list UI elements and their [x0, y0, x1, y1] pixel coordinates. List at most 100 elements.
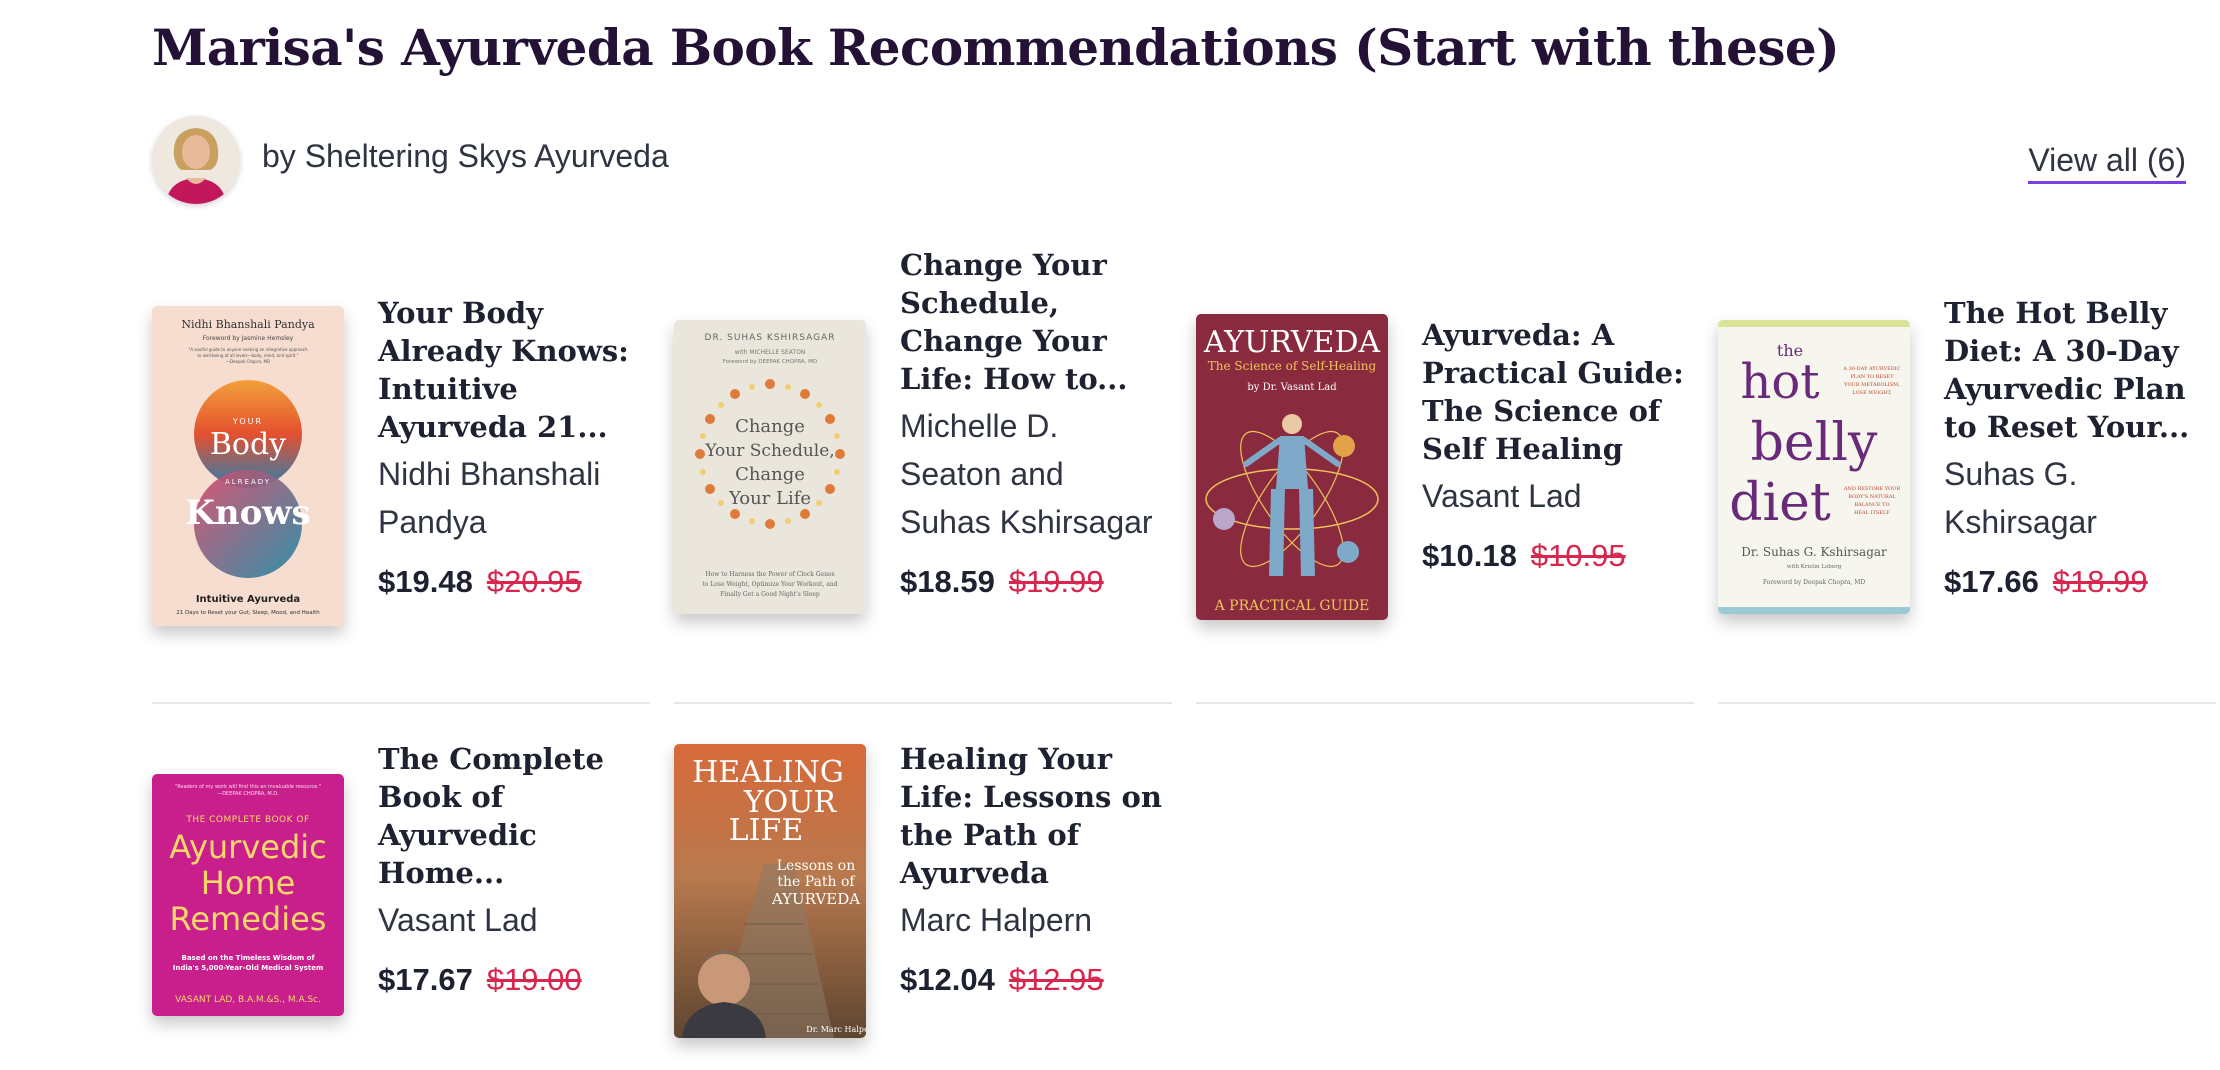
avatar-photo [152, 116, 240, 204]
book-cover-art: the hot belly diet A 30-DAY AYURVEDIC PL… [1718, 320, 1910, 614]
price-row: $19.48 $20.95 [378, 564, 640, 600]
svg-text:to well-being at all levels—bo: to well-being at all levels—body, mind, … [197, 353, 298, 358]
book-info: Change Your Schedule, Change Your Life: … [900, 246, 1162, 600]
view-all-link[interactable]: View all (6) [2028, 142, 2186, 184]
sale-price: $17.67 [378, 962, 473, 997]
book-title[interactable]: The Complete Book of Ayurvedic Home... [378, 740, 640, 892]
book-author[interactable]: Suhas G. Kshirsagar [1944, 450, 2206, 546]
sale-price: $17.66 [1944, 564, 2039, 599]
svg-text:Dr. Suhas G. Kshirsagar: Dr. Suhas G. Kshirsagar [1741, 545, 1887, 559]
book-author[interactable]: Vasant Lad [1422, 472, 1684, 520]
svg-text:AYURVEDA: AYURVEDA [1203, 325, 1381, 360]
book-cover-art: "Readers of my work will find this an in… [152, 774, 344, 1016]
svg-text:YOUR: YOUR [232, 417, 263, 426]
book-info: Healing Your Life: Lessons on the Path o… [900, 740, 1162, 998]
svg-text:A PRACTICAL GUIDE: A PRACTICAL GUIDE [1214, 598, 1370, 614]
book-cover-art: HEALING YOUR LIFE Lessons on the Path of… [674, 744, 866, 1038]
svg-text:"Readers of my work will find: "Readers of my work will find this an in… [175, 784, 321, 790]
svg-text:21 Days to Reset your Gut, Sle: 21 Days to Reset your Gut, Sleep, Mood, … [176, 610, 320, 616]
book-title[interactable]: The Hot Belly Diet: A 30-Day Ayurvedic P… [1944, 294, 2206, 446]
svg-text:Foreword by DEEPAK CHOPRA, MD: Foreword by DEEPAK CHOPRA, MD [723, 359, 817, 365]
book-cover[interactable]: AYURVEDA The Science of Self-Healing by … [1196, 314, 1388, 620]
svg-text:Your Life: Your Life [728, 488, 811, 509]
original-price: $19.00 [486, 962, 582, 997]
svg-text:Lessons on: Lessons on [777, 858, 855, 874]
book-card[interactable]: HEALING YOUR LIFE Lessons on the Path of… [674, 740, 1174, 1060]
book-card[interactable]: AYURVEDA The Science of Self-Healing by … [1196, 250, 1696, 670]
row-divider [1196, 702, 1694, 704]
row-divider [1718, 702, 2216, 704]
svg-text:AYURVEDA: AYURVEDA [771, 890, 860, 908]
svg-text:Your Schedule,: Your Schedule, [704, 441, 834, 461]
svg-text:the Path of: the Path of [777, 874, 856, 890]
price-row: $17.66 $18.99 [1944, 564, 2206, 600]
sale-price: $19.48 [378, 564, 473, 599]
price-row: $10.18 $10.95 [1422, 538, 1684, 574]
svg-text:AND RESTORE YOUR: AND RESTORE YOUR [1843, 486, 1900, 492]
svg-text:Change: Change [735, 416, 805, 437]
avatar[interactable] [152, 116, 240, 204]
book-card[interactable]: "Readers of my work will find this an in… [152, 740, 652, 1060]
book-title[interactable]: Your Body Already Knows: Intuitive Ayurv… [378, 294, 640, 446]
book-info: Ayurveda: A Practical Guide: The Science… [1422, 316, 1684, 574]
author-byline[interactable]: by Sheltering Skys Ayurveda [262, 138, 669, 175]
svg-text:YOUR METABOLISM,: YOUR METABOLISM, [1843, 382, 1900, 388]
sale-price: $12.04 [900, 962, 995, 997]
book-title[interactable]: Change Your Schedule, Change Your Life: … [900, 246, 1162, 398]
svg-text:by Dr. Vasant Lad: by Dr. Vasant Lad [1247, 382, 1337, 393]
book-card[interactable]: DR. SUHAS KSHIRSAGAR with MICHELLE SEATO… [674, 248, 1174, 670]
svg-text:diet: diet [1729, 473, 1831, 533]
svg-text:A 30-DAY AYURVEDIC: A 30-DAY AYURVEDIC [1842, 366, 1900, 372]
book-cover-art: AYURVEDA The Science of Self-Healing by … [1196, 314, 1388, 620]
svg-text:PLAN TO RESET: PLAN TO RESET [1850, 374, 1894, 380]
original-price: $18.99 [2052, 564, 2148, 599]
svg-text:Ayurvedic: Ayurvedic [169, 828, 327, 866]
book-cover[interactable]: Nidhi Bhanshali Pandya Foreword by Jasmi… [152, 306, 344, 626]
row-divider [152, 702, 650, 704]
svg-text:Foreword by Jasmine Hemsley: Foreword by Jasmine Hemsley [203, 335, 294, 342]
svg-text:Knows: Knows [185, 493, 310, 533]
svg-text:Remedies: Remedies [170, 900, 327, 938]
svg-text:HEAL ITSELF: HEAL ITSELF [1854, 510, 1890, 516]
book-cover[interactable]: "Readers of my work will find this an in… [152, 774, 344, 1016]
svg-text:Change: Change [735, 464, 805, 485]
svg-text:Body: Body [210, 427, 286, 462]
book-info: The Complete Book of Ayurvedic Home... V… [378, 740, 640, 998]
svg-text:to Lose Weight, Optimize Your: to Lose Weight, Optimize Your Workout, a… [702, 581, 837, 588]
svg-text:Intuitive Ayurveda: Intuitive Ayurveda [196, 594, 300, 605]
svg-text:—DEEPAK CHOPRA, M.D.: —DEEPAK CHOPRA, M.D. [217, 791, 279, 797]
svg-text:"A soulful guide to anyone see: "A soulful guide to anyone seeking an in… [188, 347, 307, 352]
sale-price: $18.59 [900, 564, 995, 599]
book-cover[interactable]: DR. SUHAS KSHIRSAGAR with MICHELLE SEATO… [674, 320, 866, 614]
original-price: $20.95 [486, 564, 582, 599]
svg-text:LIFE: LIFE [729, 813, 804, 848]
svg-text:ALREADY: ALREADY [225, 478, 271, 486]
book-card[interactable]: Nidhi Bhanshali Pandya Foreword by Jasmi… [152, 250, 652, 670]
book-author[interactable]: Michelle D. Seaton and Suhas Kshirsagar [900, 402, 1162, 546]
original-price: $10.95 [1530, 538, 1626, 573]
book-author[interactable]: Vasant Lad [378, 896, 640, 944]
svg-text:hot: hot [1740, 354, 1819, 410]
original-price: $19.99 [1008, 564, 1104, 599]
svg-text:DR. SUHAS KSHIRSAGAR: DR. SUHAS KSHIRSAGAR [705, 333, 836, 343]
book-title[interactable]: Ayurveda: A Practical Guide: The Science… [1422, 316, 1684, 468]
svg-text:Home: Home [201, 864, 296, 902]
book-author[interactable]: Nidhi Bhanshali Pandya [378, 450, 640, 546]
book-card[interactable]: the hot belly diet A 30-DAY AYURVEDIC PL… [1718, 250, 2218, 670]
book-info: Your Body Already Knows: Intuitive Ayurv… [378, 294, 640, 600]
svg-text:Finally Get a Good Night's Sle: Finally Get a Good Night's Sleep [720, 591, 820, 598]
book-title[interactable]: Healing Your Life: Lessons on the Path o… [900, 740, 1162, 892]
price-row: $17.67 $19.00 [378, 962, 640, 998]
svg-text:BODY'S NATURAL: BODY'S NATURAL [1848, 494, 1896, 500]
svg-text:India's 5,000-Year-Old Medical: India's 5,000-Year-Old Medical System [173, 964, 324, 972]
page-title: Marisa's Ayurveda Book Recommendations (… [152, 18, 1840, 77]
row-divider [674, 702, 1172, 704]
sale-price: $10.18 [1422, 538, 1517, 573]
svg-text:Nidhi Bhanshali Pandya: Nidhi Bhanshali Pandya [181, 318, 315, 331]
svg-text:The Science of Self-Healing: The Science of Self-Healing [1208, 359, 1377, 373]
svg-text:THE COMPLETE BOOK OF: THE COMPLETE BOOK OF [185, 815, 309, 825]
book-cover[interactable]: HEALING YOUR LIFE Lessons on the Path of… [674, 744, 866, 1038]
book-cover[interactable]: the hot belly diet A 30-DAY AYURVEDIC PL… [1718, 320, 1910, 614]
book-author[interactable]: Marc Halpern [900, 896, 1162, 944]
price-row: $12.04 $12.95 [900, 962, 1162, 998]
